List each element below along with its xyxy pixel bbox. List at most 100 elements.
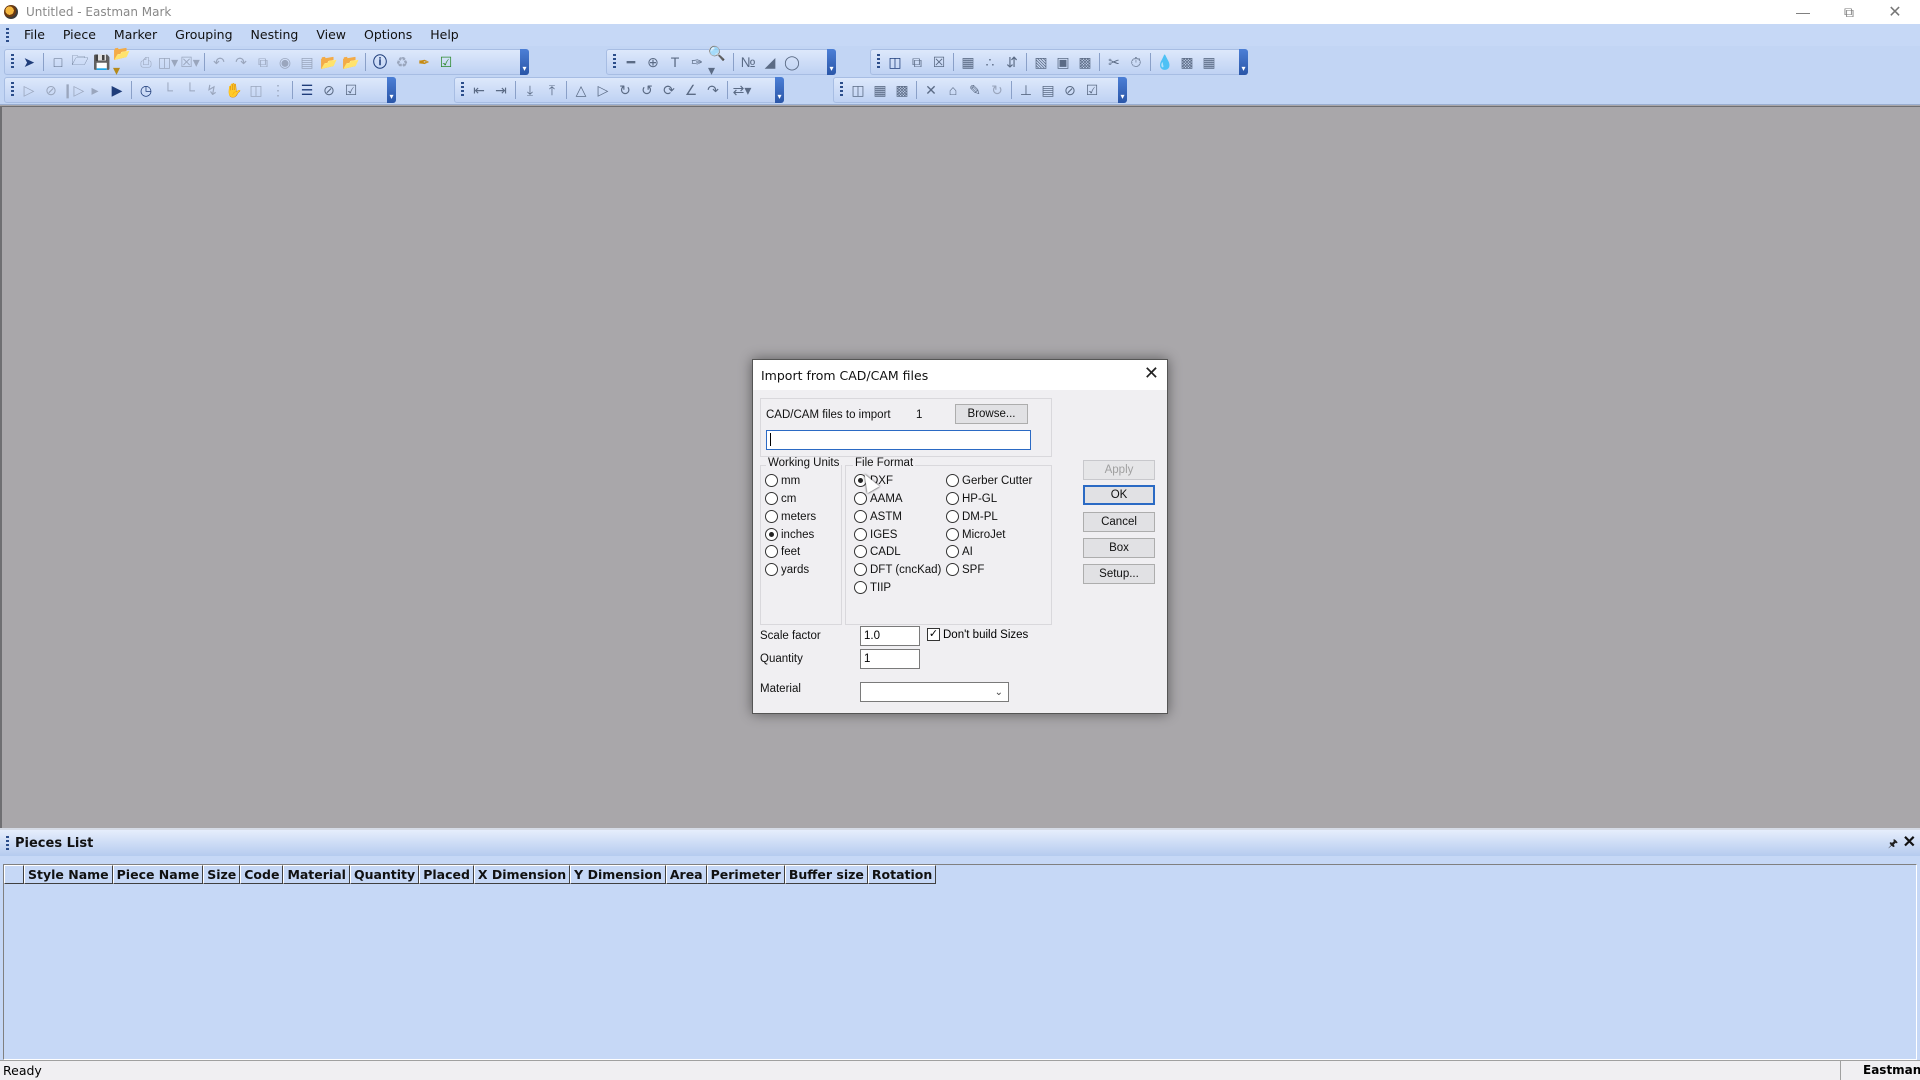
pen-tool-icon[interactable]: ✒: [413, 51, 435, 73]
box-button[interactable]: Box: [1083, 538, 1155, 558]
dialog-close-icon[interactable]: ✕: [1144, 364, 1159, 384]
hand-icon[interactable]: ✋: [223, 79, 245, 101]
quantity-input[interactable]: 1: [860, 649, 920, 669]
dont-build-sizes-checkbox[interactable]: ✓ Don't build Sizes: [927, 628, 1028, 641]
toolbar-grip[interactable]: [461, 82, 464, 98]
column-header-buffer-size[interactable]: Buffer size: [784, 865, 868, 884]
step-dashed-icon[interactable]: ▸: [84, 79, 106, 101]
new-file-icon[interactable]: □: [47, 51, 69, 73]
grid-align-icon[interactable]: ▦: [957, 51, 979, 73]
column-header-quantity[interactable]: Quantity: [349, 865, 420, 884]
piece-shape-icon[interactable]: ◢: [759, 51, 781, 73]
recycle-icon[interactable]: ♻: [391, 51, 413, 73]
indicator-icon[interactable]: ⋮: [267, 79, 289, 101]
close-window-button[interactable]: ✕: [1872, 0, 1918, 24]
redo-icon[interactable]: ↷: [230, 51, 252, 73]
chevron-down-icon[interactable]: ⌄: [995, 684, 1003, 702]
format-radio-dft[interactable]: DFT (cncKad): [854, 563, 941, 576]
column-header-piece-name[interactable]: Piece Name: [112, 865, 204, 884]
radio-button[interactable]: [946, 545, 959, 558]
cut-piece-icon[interactable]: ✂: [1103, 51, 1125, 73]
unit-radio-feet[interactable]: feet: [765, 545, 800, 558]
checkbox-checked-icon[interactable]: ✓: [927, 628, 940, 641]
list-icon[interactable]: ☰: [296, 79, 318, 101]
import-folder-icon[interactable]: 📂: [318, 51, 340, 73]
toolbar-overflow-icon[interactable]: ▾: [1239, 49, 1248, 75]
checkbox-edit-icon[interactable]: ☑: [1081, 79, 1103, 101]
menu-marker[interactable]: Marker: [105, 24, 166, 46]
refresh-icon[interactable]: ↻: [986, 79, 1008, 101]
radio-button[interactable]: [946, 492, 959, 505]
menubar-grip[interactable]: [6, 28, 9, 42]
column-header-placed[interactable]: Placed: [419, 865, 474, 884]
angle-icon[interactable]: ∠: [680, 79, 702, 101]
file-path-input[interactable]: [766, 430, 1031, 450]
select-arrow-icon[interactable]: ➤: [18, 51, 40, 73]
radio-button[interactable]: [854, 492, 867, 505]
split-icon[interactable]: ◫: [245, 79, 267, 101]
format-radio-tiip[interactable]: TIIP: [854, 581, 891, 594]
column-header-size[interactable]: Size: [203, 865, 241, 884]
rotate-icon[interactable]: ⟳: [658, 79, 680, 101]
print-icon[interactable]: ⎙: [135, 51, 157, 73]
export-folder-icon[interactable]: 📂: [340, 51, 362, 73]
edit-icon[interactable]: ✎: [964, 79, 986, 101]
piece-rounded-icon[interactable]: ◯: [781, 51, 803, 73]
minimize-button[interactable]: —: [1780, 0, 1826, 24]
format-radio-spf[interactable]: SPF: [946, 563, 984, 576]
find-binoculars-icon[interactable]: ◉: [274, 51, 296, 73]
text-tool-icon[interactable]: T: [664, 51, 686, 73]
toolbar-overflow-icon[interactable]: ▾: [775, 77, 784, 103]
material-select[interactable]: ⌄: [860, 682, 1009, 702]
toolbar-overflow-icon[interactable]: ▾: [827, 49, 836, 75]
mirror-icon[interactable]: △: [570, 79, 592, 101]
format-radio-cadl[interactable]: CADL: [854, 545, 901, 558]
radio-button-selected[interactable]: [765, 528, 778, 541]
play-icon[interactable]: ▷: [18, 79, 40, 101]
rotate-a-icon[interactable]: ↻: [614, 79, 636, 101]
format-radio-ai[interactable]: AI: [946, 545, 973, 558]
column-header-code[interactable]: Code: [240, 865, 284, 884]
radio-button[interactable]: [765, 474, 778, 487]
radio-button[interactable]: [854, 510, 867, 523]
schedule-icon[interactable]: ◷: [135, 79, 157, 101]
menu-view[interactable]: View: [307, 24, 355, 46]
delete-icon[interactable]: ✕: [920, 79, 942, 101]
column-header-select[interactable]: [4, 865, 24, 884]
delete-piece-icon[interactable]: ☒: [928, 51, 950, 73]
panel-grip[interactable]: [6, 836, 9, 850]
radio-button[interactable]: [854, 581, 867, 594]
unit-radio-yards[interactable]: yards: [765, 563, 809, 576]
undo-icon[interactable]: ↶: [208, 51, 230, 73]
align-2-icon[interactable]: ▤: [1037, 79, 1059, 101]
run-icon[interactable]: ▶: [106, 79, 128, 101]
toolbar-overflow-icon[interactable]: ▾: [520, 49, 529, 75]
format-radio-astm[interactable]: ASTM: [854, 510, 902, 523]
column-header-material[interactable]: Material: [283, 865, 350, 884]
radio-button[interactable]: [765, 492, 778, 505]
hatch-icon[interactable]: ▧: [1030, 51, 1052, 73]
info-icon[interactable]: ⓘ: [369, 51, 391, 73]
restore-button[interactable]: ⧉: [1826, 0, 1872, 24]
column-header-perimeter[interactable]: Perimeter: [706, 865, 785, 884]
cancel-button[interactable]: Cancel: [1083, 512, 1155, 532]
column-header-x-dimension[interactable]: X Dimension: [473, 865, 571, 884]
copy-piece-icon[interactable]: ⧉: [906, 51, 928, 73]
play-stop-icon[interactable]: ⊘: [40, 79, 62, 101]
toolbar-grip[interactable]: [11, 82, 14, 98]
step-icon[interactable]: ❙▷: [62, 79, 85, 101]
ok-button[interactable]: OK: [1083, 485, 1155, 505]
move-right-icon[interactable]: ⇥: [490, 79, 512, 101]
stairs-wide-icon[interactable]: └: [179, 79, 201, 101]
rotate-b-icon[interactable]: ↺: [636, 79, 658, 101]
multi-fill-icon[interactable]: ▦: [1198, 51, 1220, 73]
radio-button[interactable]: [765, 545, 778, 558]
move-left-icon[interactable]: ⇤: [468, 79, 490, 101]
measure-icon[interactable]: ━: [620, 51, 642, 73]
format-radio-hpgl[interactable]: HP-GL: [946, 492, 997, 505]
grid-dots-icon[interactable]: ∴: [979, 51, 1001, 73]
radio-button[interactable]: [854, 545, 867, 558]
menu-piece[interactable]: Piece: [54, 24, 105, 46]
drop-icon[interactable]: 💧: [1154, 51, 1176, 73]
toolbar-grip[interactable]: [613, 54, 616, 70]
